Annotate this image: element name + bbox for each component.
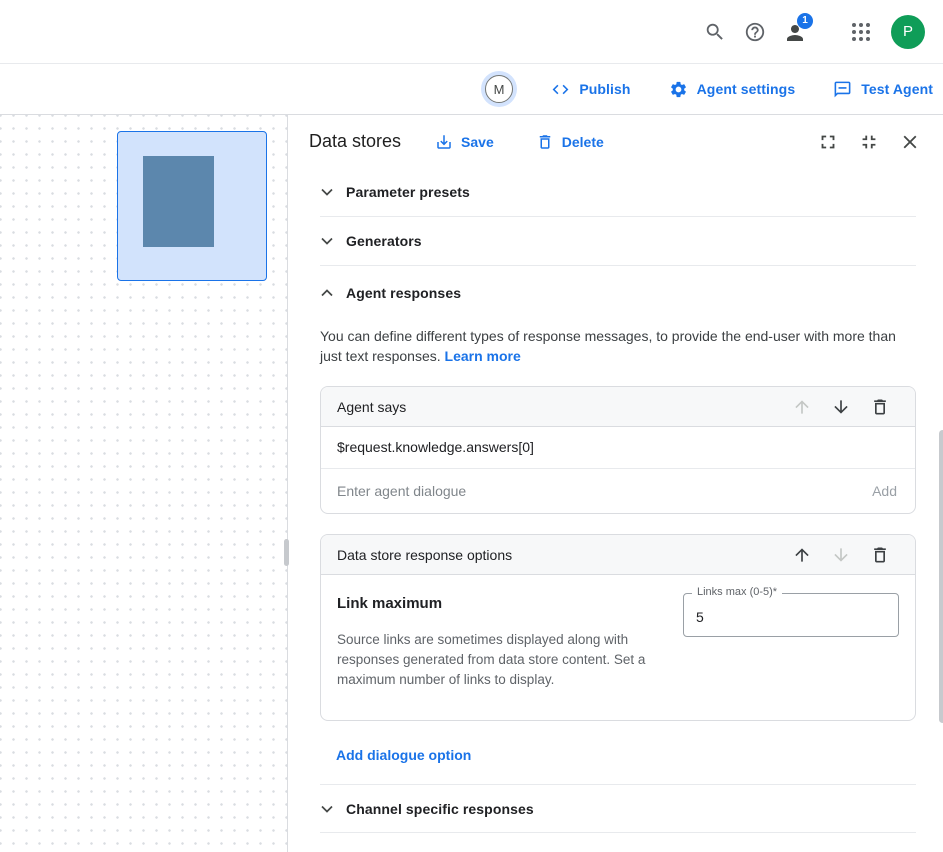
- links-max-field-wrapper: Links max (0-5)*: [683, 593, 899, 690]
- section-row-parameter-presets[interactable]: Parameter presets: [320, 168, 916, 217]
- panel-body: Parameter presets Generators Agent respo…: [288, 168, 943, 852]
- links-max-field: Links max (0-5)*: [683, 593, 899, 637]
- card-actions: [791, 396, 891, 418]
- save-button[interactable]: Save: [435, 133, 494, 151]
- move-up-button[interactable]: [791, 544, 813, 566]
- agent-responses-description: You can define different types of respon…: [320, 326, 916, 366]
- data-store-card-header: Data store response options: [321, 535, 915, 575]
- card-title: Data store response options: [337, 547, 512, 563]
- agent-settings-label: Agent settings: [697, 81, 796, 97]
- description-text: You can define different types of respon…: [320, 328, 896, 364]
- chevron-down-icon: [320, 805, 333, 813]
- chevron-down-icon: [320, 237, 333, 245]
- panel-title: Data stores: [309, 131, 401, 152]
- gear-icon: [669, 80, 688, 99]
- notification-badge: 1: [797, 13, 813, 29]
- exit-fullscreen-icon: [858, 131, 880, 153]
- section-row-channel-specific-responses[interactable]: Channel specific responses: [320, 784, 916, 833]
- test-agent-label: Test Agent: [861, 81, 933, 97]
- save-icon: [435, 133, 453, 151]
- delete-card-button[interactable]: [869, 544, 891, 566]
- help-icon: [744, 21, 766, 43]
- apps-grid-button[interactable]: [841, 12, 881, 52]
- exit-fullscreen-button[interactable]: [857, 130, 881, 154]
- move-down-button[interactable]: [830, 544, 852, 566]
- agent-message-text[interactable]: $request.knowledge.answers[0]: [321, 427, 915, 469]
- add-dialogue-option-link[interactable]: Add dialogue option: [336, 747, 471, 763]
- add-button[interactable]: Add: [872, 483, 897, 499]
- trash-icon: [536, 133, 554, 151]
- test-agent-button[interactable]: Test Agent: [833, 80, 933, 99]
- apps-grid-icon: [852, 23, 870, 41]
- link-maximum-title: Link maximum: [337, 595, 683, 612]
- trash-icon: [870, 545, 890, 565]
- arrow-down-icon: [831, 397, 851, 417]
- links-max-input[interactable]: [683, 593, 899, 637]
- learn-more-link[interactable]: Learn more: [445, 348, 521, 364]
- flow-canvas[interactable]: [0, 115, 288, 852]
- panel-scrollbar-thumb[interactable]: [939, 430, 943, 723]
- start-node-chip[interactable]: M: [485, 75, 513, 103]
- move-up-button[interactable]: [791, 396, 813, 418]
- links-max-label: Links max (0-5)*: [692, 586, 782, 598]
- panel-divider-handle[interactable]: [284, 539, 289, 566]
- search-icon: [704, 21, 726, 43]
- trash-icon: [870, 397, 890, 417]
- account-avatar[interactable]: P: [891, 15, 925, 49]
- fullscreen-icon: [817, 131, 839, 153]
- chat-icon: [833, 80, 852, 99]
- flow-node-content: [143, 156, 214, 247]
- app-root: 1 P M Publish Agent settings: [0, 0, 943, 852]
- publish-label: Publish: [579, 81, 630, 97]
- section-label: Agent responses: [346, 285, 461, 301]
- section-label: Channel specific responses: [346, 801, 534, 817]
- main-area: Data stores Save Delete: [0, 115, 943, 852]
- notifications-button[interactable]: 1: [775, 12, 815, 52]
- agent-dialogue-input[interactable]: [337, 483, 872, 499]
- code-icon: [551, 80, 570, 99]
- panel-header: Data stores Save Delete: [288, 115, 943, 168]
- chevron-down-icon: [320, 188, 333, 196]
- panel-header-icons: [816, 130, 922, 154]
- fullscreen-button[interactable]: [816, 130, 840, 154]
- arrow-up-icon: [792, 545, 812, 565]
- data-store-card-body: Link maximum Source links are sometimes …: [321, 575, 915, 720]
- start-node-letter: M: [494, 82, 505, 97]
- section-row-generators[interactable]: Generators: [320, 217, 916, 266]
- data-store-options-card: Data store response options: [320, 534, 916, 721]
- close-icon: [899, 131, 921, 153]
- data-stores-panel: Data stores Save Delete: [288, 115, 943, 852]
- flow-node[interactable]: [117, 131, 267, 281]
- link-maximum-block: Link maximum Source links are sometimes …: [337, 593, 683, 690]
- agent-says-card-header: Agent says: [321, 387, 915, 427]
- agent-toolbar: M Publish Agent settings Test Agent: [0, 64, 943, 115]
- arrow-up-icon: [792, 397, 812, 417]
- avatar-letter: P: [903, 23, 913, 40]
- section-label: Parameter presets: [346, 184, 470, 200]
- move-down-button[interactable]: [830, 396, 852, 418]
- search-button[interactable]: [695, 12, 735, 52]
- arrow-down-icon: [831, 545, 851, 565]
- agent-dialogue-input-row: Add: [321, 469, 915, 513]
- topbar: 1 P: [0, 0, 943, 64]
- card-actions: [791, 544, 891, 566]
- link-maximum-description: Source links are sometimes displayed alo…: [337, 630, 667, 690]
- agent-settings-button[interactable]: Agent settings: [669, 80, 796, 99]
- delete-card-button[interactable]: [869, 396, 891, 418]
- agent-says-card: Agent says: [320, 386, 916, 514]
- help-button[interactable]: [735, 12, 775, 52]
- save-label: Save: [461, 134, 494, 150]
- close-panel-button[interactable]: [898, 130, 922, 154]
- section-label: Generators: [346, 233, 422, 249]
- delete-label: Delete: [562, 134, 604, 150]
- chevron-up-icon: [320, 289, 333, 297]
- delete-button[interactable]: Delete: [536, 133, 604, 151]
- section-row-agent-responses[interactable]: Agent responses: [320, 266, 916, 320]
- publish-button[interactable]: Publish: [551, 80, 630, 99]
- card-title: Agent says: [337, 399, 406, 415]
